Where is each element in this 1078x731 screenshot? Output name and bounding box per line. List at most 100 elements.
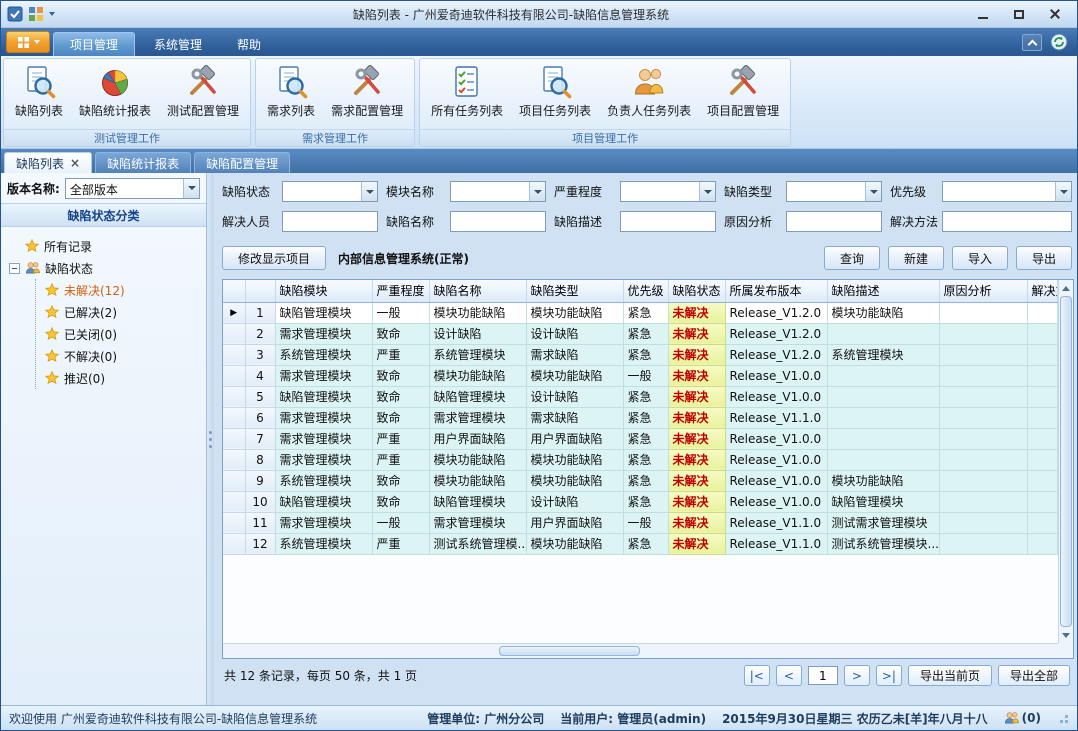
cell-module[interactable]: 需求管理模块	[275, 512, 372, 533]
scroll-down-button[interactable]	[1059, 628, 1073, 643]
ribbon-item-owner-tasks[interactable]: 负责人任务列表	[599, 63, 699, 121]
version-select[interactable]: 全部版本	[65, 178, 200, 199]
cell-module[interactable]: 缺陷管理模块	[275, 491, 372, 512]
col-header-version[interactable]: 所属发布版本	[725, 280, 827, 302]
cell-type[interactable]: 模块功能缺陷	[526, 365, 623, 386]
cell-desc[interactable]: 模块功能缺陷	[827, 470, 939, 491]
table-row[interactable]: 7需求管理模块严重用户界面缺陷用户界面缺陷紧急未解决Release_V1.0.0	[223, 428, 1058, 449]
cell-version[interactable]: Release_V1.1.0	[725, 512, 827, 533]
vertical-scrollbar[interactable]	[1058, 280, 1073, 643]
cell-type[interactable]: 用户界面缺陷	[526, 512, 623, 533]
cell-name[interactable]: 用户界面缺陷	[429, 428, 526, 449]
collapse-ribbon-button[interactable]	[1022, 34, 1042, 51]
cell-priority[interactable]: 紧急	[623, 470, 668, 491]
cell-analysis[interactable]	[939, 323, 1027, 344]
row-indicator[interactable]	[223, 386, 245, 407]
export-all-button[interactable]: 导出全部	[998, 665, 1070, 686]
cell-version[interactable]: Release_V1.1.0	[725, 533, 827, 554]
table-row[interactable]: 2需求管理模块致命设计缺陷设计缺陷紧急未解决Release_V1.2.0	[223, 323, 1058, 344]
row-number[interactable]: 10	[245, 491, 275, 512]
col-header-module[interactable]: 缺陷模块	[275, 280, 372, 302]
cell-status[interactable]: 未解决	[668, 533, 725, 554]
cell-priority[interactable]: 一般	[623, 365, 668, 386]
cell-version[interactable]: Release_V1.0.0	[725, 449, 827, 470]
last-page-button[interactable]: >|	[876, 665, 902, 686]
col-header-solution[interactable]: 解决方法	[1027, 280, 1058, 302]
cell-analysis[interactable]	[939, 302, 1027, 323]
cell-solution[interactable]	[1027, 428, 1058, 449]
cell-solution[interactable]	[1027, 470, 1058, 491]
solution-input[interactable]	[942, 211, 1072, 232]
row-indicator[interactable]: ▶	[223, 302, 245, 323]
cell-analysis[interactable]	[939, 491, 1027, 512]
horizontal-scroll-thumb[interactable]	[499, 646, 641, 656]
cell-type[interactable]: 需求缺陷	[526, 407, 623, 428]
cell-name[interactable]: 设计缺陷	[429, 323, 526, 344]
cell-name[interactable]: 需求管理模块	[429, 512, 526, 533]
table-row[interactable]: ▶1缺陷管理模块一般模块功能缺陷模块功能缺陷紧急未解决Release_V1.2.…	[223, 302, 1058, 323]
table-row[interactable]: 5缺陷管理模块致命缺陷管理模块设计缺陷紧急未解决Release_V1.0.0	[223, 386, 1058, 407]
cell-module[interactable]: 缺陷管理模块	[275, 386, 372, 407]
cell-module[interactable]: 需求管理模块	[275, 365, 372, 386]
module-name-select[interactable]	[450, 181, 546, 202]
ribbon-item-req-config[interactable]: 需求配置管理	[323, 63, 411, 121]
cell-module[interactable]: 系统管理模块	[275, 470, 372, 491]
close-button[interactable]	[1039, 5, 1071, 24]
cell-type[interactable]: 模块功能缺陷	[526, 449, 623, 470]
cell-desc[interactable]: 模块功能缺陷	[827, 302, 939, 323]
cell-desc[interactable]	[827, 365, 939, 386]
cell-severity[interactable]: 致命	[372, 386, 429, 407]
cell-module[interactable]: 需求管理模块	[275, 449, 372, 470]
cell-status[interactable]: 未解决	[668, 365, 725, 386]
dropdown-button[interactable]	[183, 179, 199, 198]
cell-analysis[interactable]	[939, 428, 1027, 449]
cell-solution[interactable]	[1027, 302, 1058, 323]
cell-priority[interactable]: 紧急	[623, 386, 668, 407]
import-button[interactable]: 导入	[952, 246, 1008, 270]
table-row[interactable]: 12系统管理模块严重测试系统管理模...模块功能缺陷紧急未解决Release_V…	[223, 533, 1058, 554]
cell-type[interactable]: 模块功能缺陷	[526, 470, 623, 491]
tab-close-icon[interactable]: ×	[70, 156, 80, 170]
cell-module[interactable]: 缺陷管理模块	[275, 302, 372, 323]
defect-status-select[interactable]	[282, 181, 378, 202]
col-row-number[interactable]	[245, 280, 275, 302]
page-number-input[interactable]	[808, 666, 838, 685]
row-indicator[interactable]	[223, 512, 245, 533]
cell-priority[interactable]: 紧急	[623, 428, 668, 449]
cell-type[interactable]: 设计缺陷	[526, 491, 623, 512]
cell-desc[interactable]	[827, 407, 939, 428]
row-number[interactable]: 1	[245, 302, 275, 323]
table-row[interactable]: 8需求管理模块严重模块功能缺陷模块功能缺陷紧急未解决Release_V1.0.0	[223, 449, 1058, 470]
cell-severity[interactable]: 致命	[372, 365, 429, 386]
cell-solution[interactable]	[1027, 533, 1058, 554]
cell-desc[interactable]: 测试需求管理模块	[827, 512, 939, 533]
ribbon-item-project-config[interactable]: 项目配置管理	[699, 63, 787, 121]
cell-analysis[interactable]	[939, 365, 1027, 386]
row-number[interactable]: 7	[245, 428, 275, 449]
cell-priority[interactable]: 紧急	[623, 323, 668, 344]
table-row[interactable]: 6需求管理模块致命需求管理模块需求缺陷紧急未解决Release_V1.1.0	[223, 407, 1058, 428]
horizontal-scrollbar[interactable]	[223, 643, 1058, 658]
maximize-button[interactable]	[1003, 5, 1035, 24]
cell-status[interactable]: 未解决	[668, 449, 725, 470]
cell-desc[interactable]: 缺陷管理模块	[827, 491, 939, 512]
ribbon-tab-help[interactable]: 帮助	[221, 32, 277, 56]
cell-name[interactable]: 模块功能缺陷	[429, 365, 526, 386]
row-number[interactable]: 6	[245, 407, 275, 428]
cell-analysis[interactable]	[939, 344, 1027, 365]
cell-status[interactable]: 未解决	[668, 470, 725, 491]
tree-item-defect-status[interactable]: 缺陷状态	[5, 257, 202, 279]
tree-item-deferred[interactable]: 推迟(0)	[36, 367, 202, 389]
cell-desc[interactable]	[827, 386, 939, 407]
cell-severity[interactable]: 一般	[372, 512, 429, 533]
defect-name-input[interactable]	[450, 211, 546, 232]
row-number[interactable]: 4	[245, 365, 275, 386]
dropdown-button[interactable]	[529, 182, 545, 201]
row-indicator[interactable]	[223, 407, 245, 428]
cell-name[interactable]: 测试系统管理模...	[429, 533, 526, 554]
ribbon-item-project-tasks[interactable]: 项目任务列表	[511, 63, 599, 121]
tree-item-wontfix[interactable]: 不解决(0)	[36, 345, 202, 367]
row-number[interactable]: 5	[245, 386, 275, 407]
row-number[interactable]: 9	[245, 470, 275, 491]
cell-version[interactable]: Release_V1.0.0	[725, 386, 827, 407]
